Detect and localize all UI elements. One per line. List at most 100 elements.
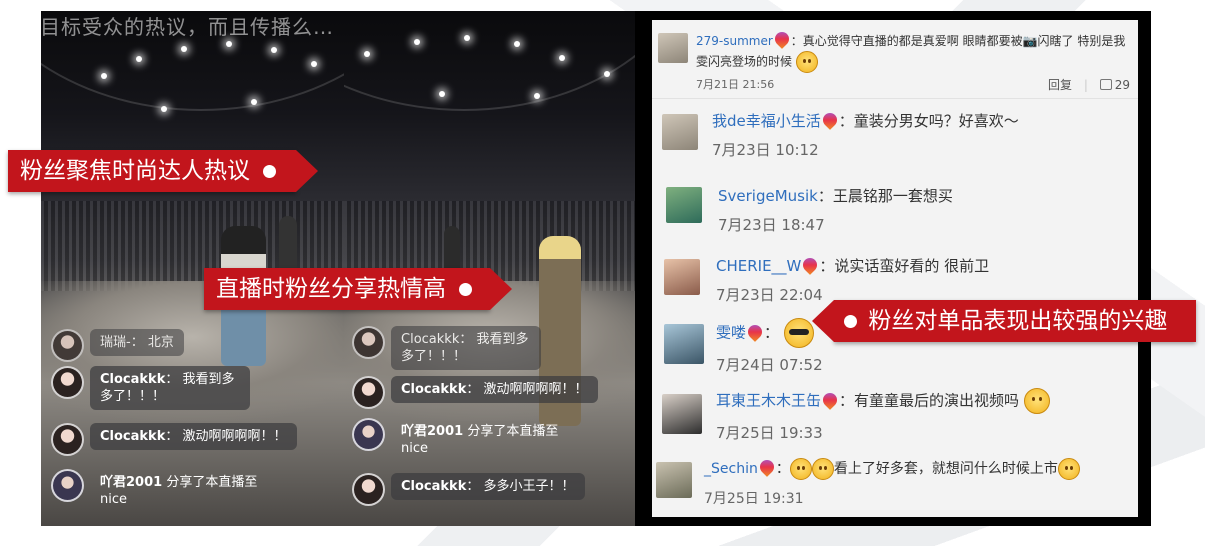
chat-bubble: Clocakkk： 多多小王子！！ <box>391 473 585 500</box>
comment-item: SverigeMusik：王晨铭那一套想买 7月23日 18:47 <box>652 175 1138 245</box>
spotlight <box>534 93 540 99</box>
avatar[interactable] <box>664 324 704 364</box>
chat-bubble: Clocakkk： 激动啊啊啊啊！！ <box>391 376 598 403</box>
spotlight <box>311 61 317 67</box>
blush-emoji-icon <box>1057 458 1080 480</box>
comment-text: ：说实话蛮好看的 很前卫 <box>819 257 990 275</box>
chat-text: 多多小王子！！ <box>483 479 575 494</box>
avatar <box>51 366 84 399</box>
avatar <box>352 473 385 506</box>
chat-bubble: 吖君2001 分享了本直播至 nice <box>391 418 591 462</box>
verified-heart-icon <box>820 389 840 410</box>
comment-body: 雯喽 ： <box>716 318 814 348</box>
bullet-dot-icon <box>263 165 277 178</box>
comment-body: 279-summer ：真心觉得守直播的都是真爱啊 眼睛都要被📷闪瞎了 特别是我雯… <box>696 29 1136 73</box>
chat-row: 吖君2001 分享了本直播至 nice <box>352 418 591 462</box>
spotlight <box>271 47 277 53</box>
chat-bubble: Clocakkk： 激动啊啊啊啊！！ <box>90 423 297 450</box>
spotlight <box>559 55 565 61</box>
stage-lighting-rig <box>344 11 635 111</box>
comment-body: 耳東王木木王缶 ：有童童最后的演出视频吗 <box>716 388 1050 414</box>
emoji-icon <box>795 51 818 73</box>
comment-username[interactable]: 279-summer <box>696 34 773 48</box>
spotlight <box>439 91 445 97</box>
runway-model-distant <box>279 216 297 271</box>
avatar[interactable] <box>658 33 688 63</box>
comment-actions: 回复 | 29 <box>1048 76 1130 93</box>
spotlight <box>101 73 107 79</box>
chat-row: Clocakkk： 多多小王子！！ <box>352 473 585 506</box>
comment-username[interactable]: _Sechin <box>704 461 758 477</box>
spotlight <box>181 46 187 52</box>
spotlight <box>464 35 470 41</box>
comment-item: 279-summer ：真心觉得守直播的都是真爱啊 眼睛都要被📷闪瞎了 特别是我雯… <box>652 20 1138 100</box>
chat-bubble: 吖君2001 分享了本直播至 nice <box>90 469 290 513</box>
avatar[interactable] <box>656 462 692 498</box>
comment-date: 7月23日 10:12 <box>712 141 819 159</box>
comment-body: CHERIE__W ：说实话蛮好看的 很前卫 <box>716 255 989 276</box>
divider: | <box>1083 78 1088 92</box>
chat-username[interactable]: 吖君2001 <box>100 475 162 490</box>
comment-username[interactable]: 我de幸福小生活 <box>712 112 821 130</box>
comment-date: 7月23日 18:47 <box>718 216 825 234</box>
avatar[interactable] <box>666 187 702 223</box>
comment-item: 耳東王木木王缶 ：有童童最后的演出视频吗 7月25日 19:33 <box>652 382 1138 452</box>
chat-text: Clocakkk： 我看到多多了！！！ <box>391 326 541 370</box>
spotlight <box>161 106 167 112</box>
spotlight <box>136 56 142 62</box>
chat-username[interactable]: Clocakkk <box>100 372 165 387</box>
comment-text: 看上了好多套，就想问什么时候上市 <box>833 461 1058 477</box>
chat-username[interactable]: Clocakkk <box>401 479 466 494</box>
chat-row: Clocakkk： 激动啊啊啊啊！！ <box>352 376 598 409</box>
chat-row-partial: 瑞瑞-： 北京 <box>51 329 184 362</box>
avatar[interactable] <box>664 259 700 295</box>
divider <box>652 98 1138 99</box>
comment-date: 7月25日 19:31 <box>704 491 804 507</box>
reply-button[interactable]: 回复 <box>1048 78 1072 92</box>
like-icon[interactable] <box>1099 79 1112 90</box>
verified-heart-icon <box>819 110 840 130</box>
comment-text: ：童装分男女吗？好喜欢～ <box>838 112 1019 130</box>
callout-text: 直播时粉丝分享热情高 <box>216 276 446 302</box>
comment-body: _Sechin：看上了好多套，就想问什么时候上市 <box>704 457 1080 480</box>
avatar <box>51 469 84 502</box>
comment-body: 我de幸福小生活 ：童装分男女吗？好喜欢～ <box>712 110 1019 131</box>
chat-row: Clocakkk： 我看到多多了！！！ <box>51 366 250 410</box>
bullet-dot-icon <box>844 315 857 328</box>
comment-username[interactable]: CHERIE__W <box>716 257 801 275</box>
comment-text: ：有童童最后的演出视频吗 <box>839 391 1020 410</box>
chat-text: 激动啊啊啊啊！！ <box>182 429 287 444</box>
callout-fans-focus: 粉丝聚焦时尚达人热议 <box>8 150 318 192</box>
runway-model-distant <box>444 226 460 271</box>
smile-emoji-icon <box>1023 388 1050 414</box>
chat-username[interactable]: Clocakkk <box>401 382 466 397</box>
verified-heart-icon <box>800 255 821 275</box>
callout-live-share: 直播时粉丝分享热情高 <box>204 268 512 310</box>
comment-date: 7月23日 22:04 <box>716 286 823 304</box>
avatar[interactable] <box>662 394 702 434</box>
bullet-dot-icon <box>459 283 473 296</box>
callout-text: 粉丝聚焦时尚达人热议 <box>20 158 250 184</box>
avatar[interactable] <box>662 114 698 150</box>
verified-heart-icon <box>771 29 792 49</box>
chat-row-partial: Clocakkk： 我看到多多了！！！ <box>352 326 541 370</box>
spotlight <box>226 41 232 47</box>
verified-heart-icon <box>756 457 777 477</box>
avatar <box>51 329 84 362</box>
avatar <box>352 418 385 451</box>
comment-item: _Sechin：看上了好多套，就想问什么时候上市 7月25日 19:31 <box>652 452 1138 517</box>
chat-username[interactable]: Clocakkk <box>100 429 165 444</box>
grin-emoji-icon <box>789 458 812 480</box>
top-caption: 目标受众的热议，而且传播么… <box>40 15 334 39</box>
avatar <box>51 423 84 456</box>
comment-username[interactable]: SverigeMusik <box>718 187 818 205</box>
chat-bubble: Clocakkk： 我看到多多了！！！ <box>90 366 250 410</box>
comment-username[interactable]: 雯喽 <box>716 324 746 342</box>
chat-username[interactable]: 吖君2001 <box>401 424 463 439</box>
spotlight <box>364 51 370 57</box>
spotlight <box>514 41 520 47</box>
comment-date: 7月25日 19:33 <box>716 424 823 442</box>
comment-username[interactable]: 耳東王木木王缶 <box>716 392 821 410</box>
chat-text: 瑞瑞-： 北京 <box>90 329 184 356</box>
chat-text: 激动啊啊啊啊！！ <box>483 382 588 397</box>
